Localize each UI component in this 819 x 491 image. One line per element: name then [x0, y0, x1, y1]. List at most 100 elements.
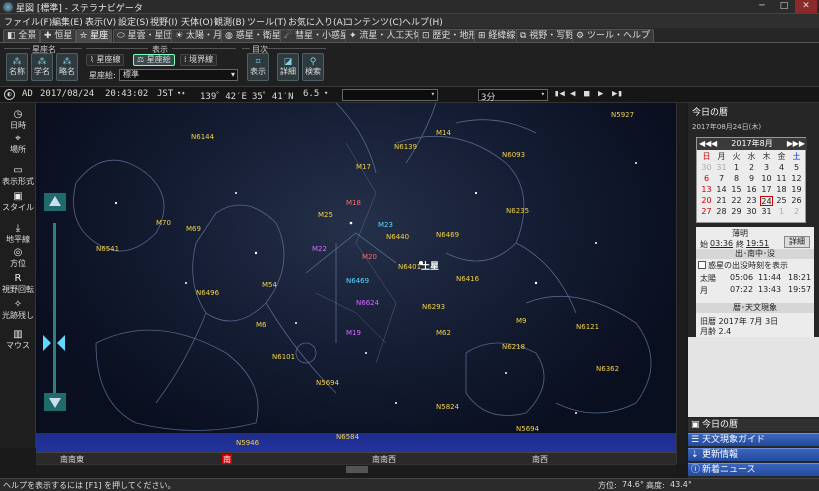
- date-field[interactable]: 2017/08/24: [40, 89, 94, 99]
- object-label[interactable]: M17: [356, 163, 371, 171]
- magnitude-field[interactable]: 6.5: [303, 89, 319, 99]
- object-label[interactable]: M14: [436, 129, 451, 137]
- calendar-day[interactable]: 27: [700, 207, 713, 217]
- object-label[interactable]: M23: [378, 221, 393, 229]
- calendar-day[interactable]: 20: [700, 196, 713, 206]
- object-label[interactable]: N6401: [398, 263, 421, 271]
- scrollbar-thumb[interactable]: [346, 466, 368, 473]
- calendar-day[interactable]: 12: [790, 174, 803, 184]
- location-tool[interactable]: ⌖ 場所: [0, 133, 36, 155]
- calendar-day[interactable]: 31: [760, 207, 773, 217]
- minimize-button[interactable]: ─: [751, 0, 773, 13]
- tab-nebula[interactable]: ⬭ 星雲・星団: [113, 29, 177, 42]
- tab-grid[interactable]: ⊞ 経緯線: [474, 29, 520, 42]
- saturn-label[interactable]: 土星: [421, 259, 439, 272]
- planet-rise-checkbox[interactable]: [698, 261, 706, 269]
- tab-field[interactable]: ⧉ 視野・写野: [516, 29, 579, 42]
- step-back-icon[interactable]: ◀: [570, 89, 575, 99]
- constellation-art-select[interactable]: 標準 ▾: [119, 69, 238, 81]
- constellation-art-toggle[interactable]: ⚖ 星座絵: [133, 54, 175, 66]
- object-label[interactable]: M9: [516, 317, 527, 325]
- calendar-day[interactable]: 23: [745, 196, 758, 206]
- object-label[interactable]: N6093: [502, 151, 525, 159]
- object-label[interactable]: M54: [262, 281, 277, 289]
- prev-month-icon[interactable]: ◀: [711, 138, 717, 150]
- mouse-tool[interactable]: ▥ マウス: [0, 329, 36, 351]
- magnitude-dropdown-icon[interactable]: ▾: [324, 89, 328, 97]
- object-label[interactable]: N6624: [356, 299, 379, 307]
- boundary-lines-toggle[interactable]: ⁞ 境界線: [180, 54, 218, 66]
- object-label[interactable]: N5927: [611, 111, 634, 119]
- calendar-day[interactable]: 1: [775, 207, 788, 217]
- close-button[interactable]: ✕: [795, 0, 817, 13]
- time-icon[interactable]: ◐: [4, 89, 15, 100]
- menu-tool[interactable]: ツール(T): [247, 15, 287, 28]
- calendar-day[interactable]: 14: [715, 185, 728, 195]
- calendar-day[interactable]: 30: [745, 207, 758, 217]
- style-tool[interactable]: ▣ スタイル: [0, 191, 36, 213]
- object-label[interactable]: N6144: [191, 133, 214, 141]
- object-label[interactable]: N5694: [316, 379, 339, 387]
- tab-stars[interactable]: ✚ 恒星: [40, 29, 77, 42]
- constellation-lines-toggle[interactable]: ⌇ 星座線: [86, 54, 125, 66]
- calendar-day[interactable]: 24: [760, 196, 773, 206]
- menu-help[interactable]: ヘルプ(H): [402, 15, 443, 28]
- step-back-start-icon[interactable]: ▮◀: [554, 89, 565, 99]
- menu-contents[interactable]: コンテンツ(C): [344, 15, 402, 28]
- name-button[interactable]: ⁂ 名称: [6, 53, 28, 81]
- calendar-day[interactable]: 28: [715, 207, 728, 217]
- play-icon[interactable]: ▶: [598, 89, 603, 99]
- next-year-icon[interactable]: ▶▶: [793, 138, 805, 150]
- calendar-day[interactable]: 22: [730, 196, 743, 206]
- trail-tool[interactable]: ✧ 光跡残し: [0, 299, 36, 321]
- object-search-input[interactable]: ▾: [342, 89, 438, 101]
- scientific-name-button[interactable]: ⁂ 学名: [31, 53, 53, 81]
- tab-comets[interactable]: ☄ 彗星・小惑星: [280, 29, 353, 42]
- calendar-day[interactable]: 17: [760, 185, 773, 195]
- vertical-scrollbar[interactable]: [676, 103, 686, 464]
- longitude-field[interactable]: 139゜42′E: [200, 89, 247, 102]
- calendar-day[interactable]: 13: [700, 185, 713, 195]
- object-label[interactable]: M6: [256, 321, 267, 329]
- calendar-day[interactable]: 2: [745, 163, 758, 173]
- calendar-day[interactable]: 7: [715, 174, 728, 184]
- calendar-day[interactable]: 18: [775, 185, 788, 195]
- calendar-day[interactable]: 15: [730, 185, 743, 195]
- detail-button[interactable]: ◪ 詳細: [277, 53, 299, 81]
- latitude-field[interactable]: 35゜41′N: [252, 89, 294, 102]
- calendar-day[interactable]: 1: [730, 163, 743, 173]
- object-label[interactable]: M25: [318, 211, 333, 219]
- tab-meteors[interactable]: ✦ 流星・人工天体: [345, 29, 427, 42]
- nav-astronomy-guide[interactable]: ☰ 天文現象ガイド: [688, 433, 819, 446]
- calendar-day[interactable]: 16: [745, 185, 758, 195]
- nav-news[interactable]: ⓘ 新着ニュース: [688, 463, 819, 476]
- menu-view[interactable]: 表示(V): [85, 15, 116, 28]
- object-label[interactable]: N5824: [436, 403, 459, 411]
- menu-settings[interactable]: 設定(S): [118, 15, 149, 28]
- object-label[interactable]: N6541: [96, 245, 119, 253]
- calendar-day[interactable]: 26: [790, 196, 803, 206]
- field-rotation-tool[interactable]: R 視野回転: [0, 273, 36, 295]
- calendar-day[interactable]: 4: [775, 163, 788, 173]
- calendar-day[interactable]: 9: [745, 174, 758, 184]
- datetime-tool[interactable]: ◷ 日時: [0, 109, 36, 131]
- object-label[interactable]: N6218: [502, 343, 525, 351]
- object-label[interactable]: N5946: [236, 439, 259, 447]
- calendar-day[interactable]: 8: [730, 174, 743, 184]
- calendar-day[interactable]: 31: [715, 163, 728, 173]
- tab-constellations[interactable]: ⛦ 星座: [76, 29, 113, 42]
- horizon-tool[interactable]: ⤓ 地平線: [0, 223, 36, 245]
- tab-sun-moon[interactable]: ☀ 太陽・月: [171, 29, 226, 42]
- object-label[interactable]: M22: [312, 245, 327, 253]
- object-label[interactable]: M20: [362, 253, 377, 261]
- nav-today[interactable]: ▣ 今日の暦: [688, 419, 819, 431]
- calendar-day[interactable]: 19: [790, 185, 803, 195]
- horizontal-scrollbar[interactable]: [36, 464, 676, 474]
- menu-edit[interactable]: 編集(E): [52, 15, 83, 28]
- prev-year-icon[interactable]: ◀◀: [699, 138, 711, 150]
- menu-favorites[interactable]: お気に入り(A): [288, 15, 346, 28]
- calendar-day[interactable]: 21: [715, 196, 728, 206]
- object-label[interactable]: N5694: [516, 425, 539, 433]
- calendar-day[interactable]: 25: [775, 196, 788, 206]
- time-step-select[interactable]: 3分 ▾: [478, 89, 548, 103]
